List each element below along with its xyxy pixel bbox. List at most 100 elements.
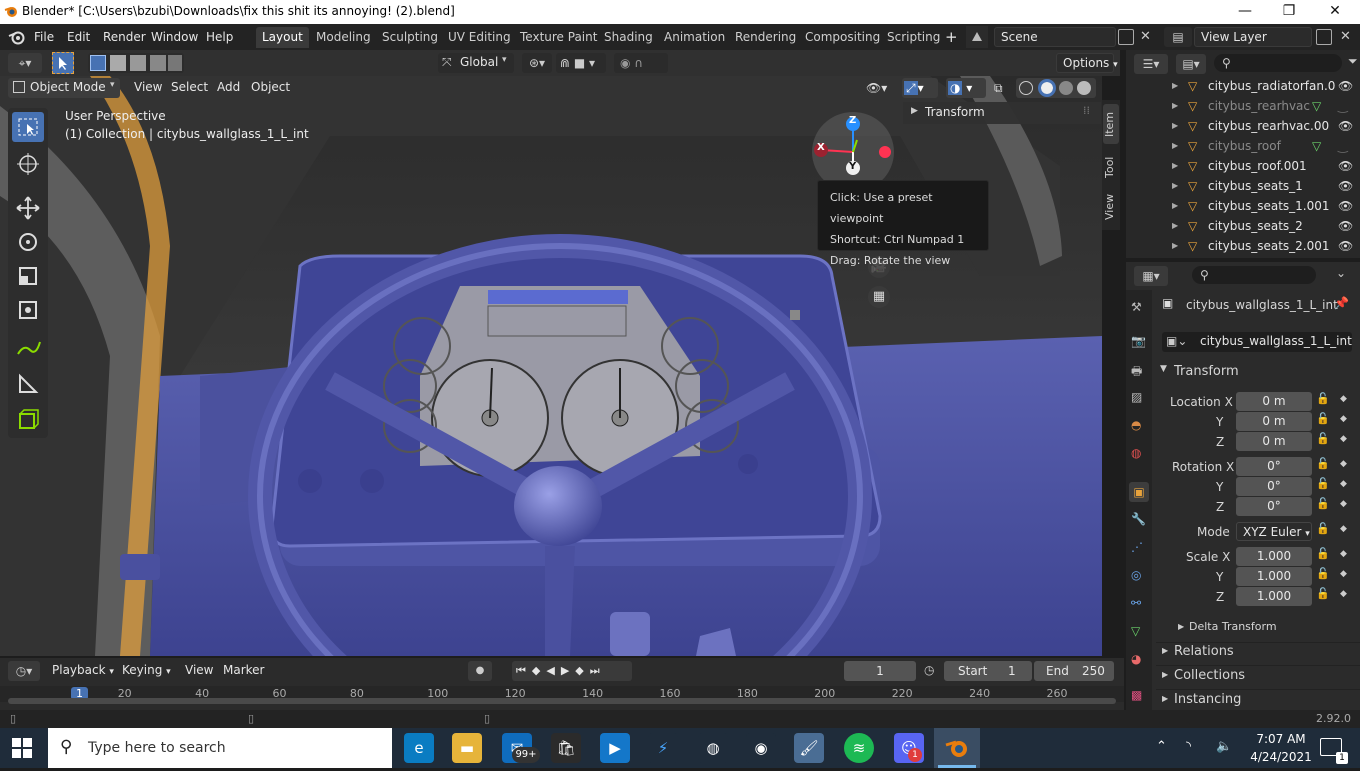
hidden-eye-icon[interactable]: ‿ xyxy=(1338,96,1348,116)
lock-icon[interactable]: 🔓 xyxy=(1316,547,1330,560)
tab-animation[interactable]: Animation xyxy=(658,27,731,48)
delete-view-layer-icon[interactable]: ✕ xyxy=(1340,29,1354,44)
expand-arrow-icon[interactable]: ▶ xyxy=(1172,136,1178,156)
spotify-icon[interactable]: ≋ xyxy=(844,733,874,763)
rotation-y-field[interactable]: 0° xyxy=(1236,477,1312,496)
clock-icon[interactable]: ◷ xyxy=(924,663,934,677)
start-frame-field[interactable]: Start 1 xyxy=(944,661,1032,681)
current-frame-field[interactable]: 1 xyxy=(844,661,916,681)
lock-icon[interactable]: 🔓 xyxy=(1316,457,1330,470)
collapse-arrow-icon[interactable]: ▼ xyxy=(1160,364,1167,374)
expand-arrow-icon[interactable]: ▶ xyxy=(1172,176,1178,196)
tray-chevron-icon[interactable]: ⌃ xyxy=(1156,739,1167,754)
expand-arrow-icon[interactable]: ▶ xyxy=(1172,236,1178,256)
3d-viewport[interactable]: User Perspective (1) Collection | citybu… xyxy=(0,76,1102,656)
select-intersect-icon[interactable] xyxy=(168,55,182,71)
tab-view[interactable]: View xyxy=(1103,190,1119,224)
expand-arrow-icon[interactable]: ▶ xyxy=(1172,116,1178,136)
eye-icon[interactable]: 👁 xyxy=(1338,116,1353,136)
blender-task-icon[interactable] xyxy=(942,733,972,763)
select-new-icon[interactable] xyxy=(90,55,106,71)
texture-tab-icon[interactable]: ▩ xyxy=(1131,688,1142,702)
lock-icon[interactable]: 🔓 xyxy=(1316,412,1330,425)
npanel-transform-header[interactable]: ▶ Transform ⁞⁞ xyxy=(903,102,1101,124)
tab-scripting[interactable]: Scripting xyxy=(881,27,946,48)
view-layer-field[interactable]: View Layer xyxy=(1194,27,1312,47)
pin-icon[interactable]: 📌 xyxy=(1334,296,1349,310)
record-icon[interactable]: ● xyxy=(468,661,492,681)
particles-tab-icon[interactable]: ⋰ xyxy=(1131,540,1143,554)
vp-menu-view[interactable]: View xyxy=(130,78,166,97)
lock-icon[interactable]: 🔓 xyxy=(1316,477,1330,490)
hidden-eye-icon[interactable]: ‿ xyxy=(1338,136,1348,156)
scale-y-field[interactable]: 1.000 xyxy=(1236,567,1312,586)
vp-menu-select[interactable]: Select xyxy=(167,78,212,97)
wifi-icon[interactable]: ◝ xyxy=(1186,739,1191,754)
material-tab-icon[interactable]: ◕ xyxy=(1131,652,1141,666)
keyframe-dot-icon[interactable]: ◆ xyxy=(1340,434,1347,444)
overlays-toggle-icon[interactable]: ◑ ▾ xyxy=(946,78,986,98)
menu-file[interactable]: File xyxy=(30,28,58,47)
keyframe-dot-icon[interactable]: ◆ xyxy=(1340,414,1347,424)
new-scene-icon[interactable] xyxy=(1118,29,1134,45)
expand-arrow-icon[interactable]: ▶ xyxy=(1172,76,1178,96)
solid-shading-icon[interactable] xyxy=(1038,79,1056,97)
options-dropdown[interactable]: Options ▾ xyxy=(1056,53,1118,73)
keyframe-dot-icon[interactable]: ◆ xyxy=(1340,459,1347,469)
tab-rendering[interactable]: Rendering xyxy=(729,27,802,48)
scale-tool-icon[interactable] xyxy=(12,262,44,290)
transform-tool-icon[interactable] xyxy=(12,296,44,324)
lock-icon[interactable]: 🔓 xyxy=(1316,392,1330,405)
measure-tool-icon[interactable] xyxy=(12,370,44,398)
props-editor-type-icon[interactable]: ▦▾ xyxy=(1134,266,1168,286)
outliner-item[interactable]: ▶ ▽ citybus_seats_2 👁 xyxy=(1126,216,1360,236)
tool-tab-icon[interactable]: ⚒ xyxy=(1131,300,1142,314)
world-tab-icon[interactable]: ◍ xyxy=(1131,446,1141,460)
menu-edit[interactable]: Edit xyxy=(63,28,94,47)
ortho-toggle-icon[interactable]: ▦ xyxy=(868,286,890,308)
location-y-field[interactable]: 0 m xyxy=(1236,412,1312,431)
location-z-field[interactable]: 0 m xyxy=(1236,432,1312,451)
new-view-layer-icon[interactable] xyxy=(1316,29,1332,45)
delta-transform-panel[interactable]: Delta Transform xyxy=(1189,620,1277,633)
lock-icon[interactable]: 🔓 xyxy=(1316,522,1330,535)
maximize-button[interactable]: ❐ xyxy=(1266,0,1312,24)
windows-start-icon[interactable] xyxy=(12,738,32,758)
annotate-tool-icon[interactable] xyxy=(12,334,44,362)
close-button[interactable]: ✕ xyxy=(1312,0,1358,24)
keyframe-dot-icon[interactable]: ◆ xyxy=(1340,479,1347,489)
tab-modeling[interactable]: Modeling xyxy=(310,27,377,48)
view-layer-tab-icon[interactable]: ▨ xyxy=(1131,390,1142,404)
scene-selector-icon[interactable] xyxy=(966,26,988,48)
outliner-item[interactable]: ▶ ▽ citybus_rearhvac.00 👁 xyxy=(1126,116,1360,136)
expand-arrow-icon[interactable]: ▶ xyxy=(1178,622,1184,631)
eye-icon[interactable]: 👁 xyxy=(1338,156,1353,176)
tab-shading[interactable]: Shading xyxy=(598,27,659,48)
add-cube-tool-icon[interactable] xyxy=(12,406,44,434)
clock-time[interactable]: 7:07 AM xyxy=(1252,732,1310,746)
pivot-point-icon[interactable]: ⊛▾ xyxy=(522,53,552,73)
blender-menu-icon[interactable] xyxy=(8,29,26,45)
location-x-field[interactable]: 0 m xyxy=(1236,392,1312,411)
outliner-item[interactable]: ▶ ▽ citybus_seats_1 👁 xyxy=(1126,176,1360,196)
file-explorer-icon[interactable]: ▬ xyxy=(452,733,482,763)
view-layer-icon[interactable]: ▤ xyxy=(1164,27,1192,47)
select-subtract-icon[interactable] xyxy=(130,55,146,71)
keyframe-dot-icon[interactable]: ◆ xyxy=(1340,499,1347,509)
outliner-item[interactable]: ▶ ▽ citybus_seats_1.001 👁 xyxy=(1126,196,1360,216)
tab-tool[interactable]: Tool xyxy=(1103,150,1119,184)
material-shading-icon[interactable] xyxy=(1059,81,1073,95)
timeline-scrollbar[interactable] xyxy=(8,698,1116,704)
props-search-input[interactable]: ⚲ xyxy=(1192,266,1316,284)
marker-menu[interactable]: Marker xyxy=(219,661,268,680)
outliner-search-input[interactable]: ⚲ xyxy=(1214,54,1342,72)
expand-arrow-icon[interactable]: ▶ xyxy=(1162,670,1168,679)
media-app-icon[interactable]: ▶ xyxy=(600,733,630,763)
lock-icon[interactable]: 🔓 xyxy=(1316,587,1330,600)
menu-help[interactable]: Help xyxy=(202,28,237,47)
keyframe-dot-icon[interactable]: ◆ xyxy=(1340,569,1347,579)
keying-menu[interactable]: Keying ▾ xyxy=(118,661,175,680)
tab-texture-paint[interactable]: Texture Paint xyxy=(514,27,603,48)
move-tool-icon[interactable] xyxy=(12,194,44,222)
edge-icon[interactable]: e xyxy=(404,733,434,763)
